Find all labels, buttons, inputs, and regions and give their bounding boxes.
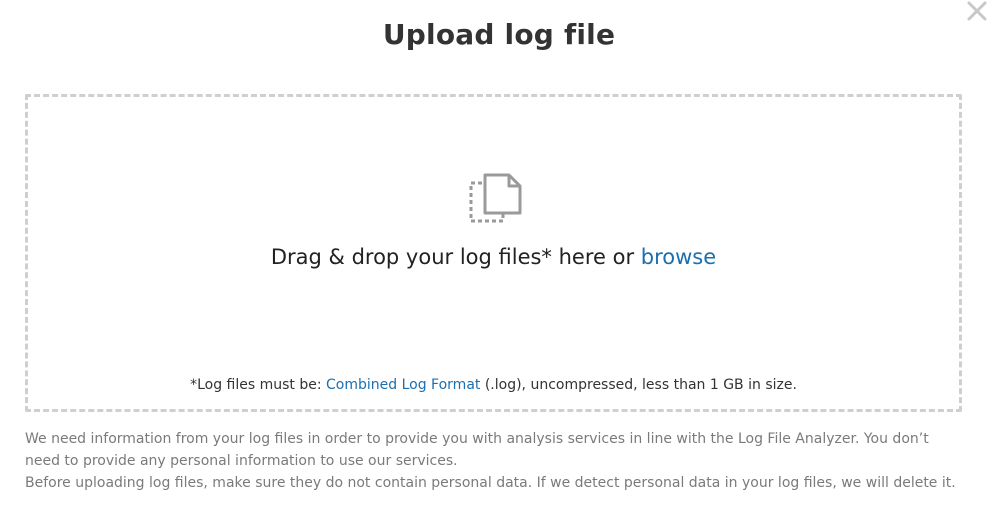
dialog-title: Upload log file (382, 18, 616, 51)
drop-instruction: Drag & drop your log files* here or brow… (28, 245, 959, 269)
requirements-suffix: (.log), uncompressed, less than 1 GB in … (480, 377, 797, 393)
upload-dialog: Upload log file Drag & drop your log fil… (0, 0, 998, 509)
disclaimer-line-1: We need information from your log files … (25, 431, 929, 469)
file-requirements: *Log files must be: Combined Log Format … (28, 377, 959, 393)
drop-instruction-text: Drag & drop your log files* here or (270, 245, 641, 269)
privacy-disclaimer: We need information from your log files … (25, 428, 965, 494)
browse-link[interactable]: browse (641, 245, 716, 269)
requirements-prefix: *Log files must be: (190, 377, 327, 393)
file-icon (469, 173, 522, 223)
combined-log-format-link[interactable]: Combined Log Format (326, 377, 480, 393)
disclaimer-line-2: Before uploading log files, make sure th… (25, 475, 956, 491)
file-dropzone[interactable]: Drag & drop your log files* here or brow… (25, 94, 962, 412)
